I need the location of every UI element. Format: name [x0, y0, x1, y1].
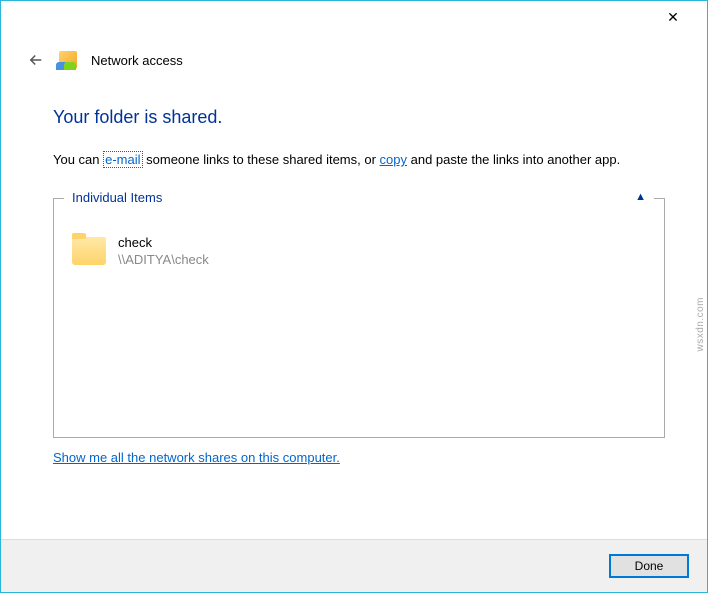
instruction-post: and paste the links into another app.: [407, 152, 620, 167]
show-all-shares-link[interactable]: Show me all the network shares on this c…: [53, 450, 340, 465]
close-button[interactable]: ✕: [653, 3, 693, 31]
collapse-chevron-icon[interactable]: ▲: [631, 191, 650, 203]
main-heading: Your folder is shared.: [53, 107, 665, 128]
folder-icon: [72, 237, 106, 265]
item-text: check \\ADITYA\check: [118, 235, 209, 267]
titlebar: ✕: [1, 1, 707, 33]
group-legend: Individual Items ▲: [64, 190, 654, 205]
item-path: \\ADITYA\check: [118, 252, 209, 267]
instruction-text: You can e-mail someone links to these sh…: [53, 150, 665, 170]
content-area: Your folder is shared. You can e-mail so…: [1, 77, 707, 539]
individual-items-group: Individual Items ▲ check \\ADITYA\check: [53, 198, 665, 438]
back-arrow-icon[interactable]: [27, 51, 45, 69]
item-name: check: [118, 235, 209, 250]
network-access-icon: [59, 51, 77, 69]
done-button[interactable]: Done: [609, 554, 689, 578]
header: Network access: [1, 33, 707, 77]
instruction-pre: You can: [53, 152, 103, 167]
footer: Done: [1, 539, 707, 592]
shared-item-row[interactable]: check \\ADITYA\check: [68, 221, 650, 281]
bottom-link-row: Show me all the network shares on this c…: [53, 450, 665, 465]
instruction-mid: someone links to these shared items, or: [143, 152, 380, 167]
email-link[interactable]: e-mail: [103, 151, 142, 168]
page-title: Network access: [91, 53, 183, 68]
copy-link[interactable]: copy: [380, 152, 407, 167]
group-legend-text: Individual Items: [68, 190, 166, 205]
